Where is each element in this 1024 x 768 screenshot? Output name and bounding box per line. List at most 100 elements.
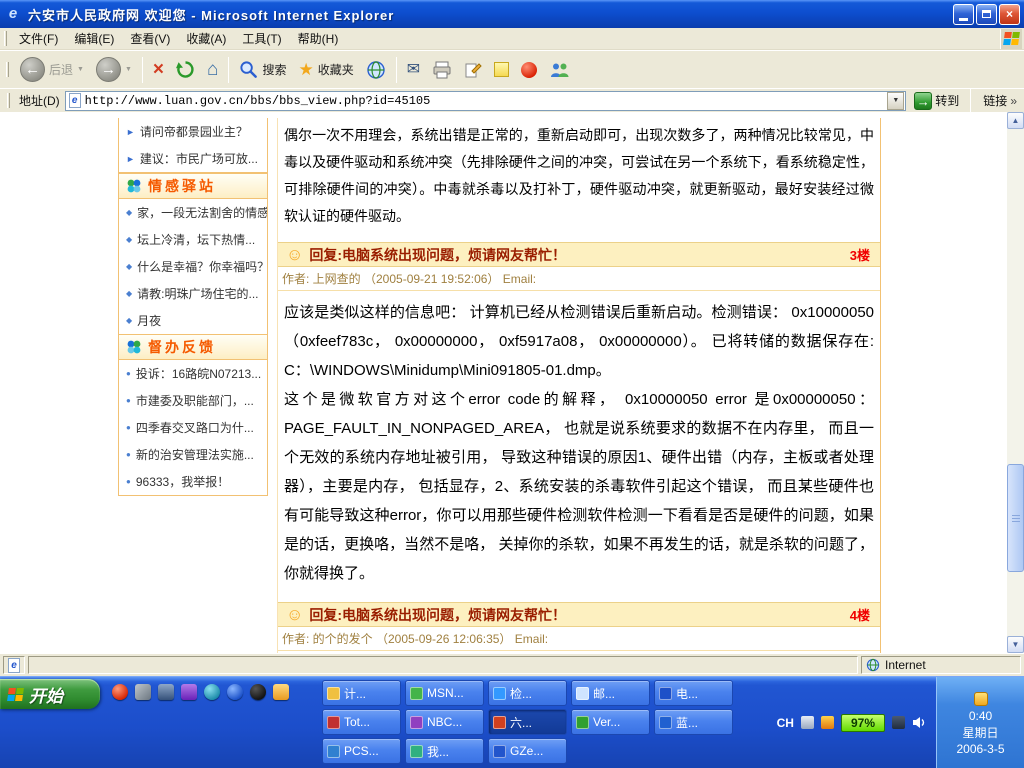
volume-icon[interactable] bbox=[912, 716, 927, 729]
sidebar-link[interactable]: ●市建委及职能部门，... bbox=[119, 387, 267, 414]
favorites-label: 收藏夹 bbox=[318, 61, 354, 78]
task-button[interactable]: 我... bbox=[405, 738, 484, 764]
reply-author-line: 作者: 上网查的 （2005-09-21 19:52:06） Email: bbox=[278, 267, 880, 291]
notes-icon bbox=[494, 62, 509, 77]
vertical-scrollbar[interactable]: ▲ ▼ bbox=[1007, 112, 1024, 653]
scroll-up-button[interactable]: ▲ bbox=[1007, 112, 1024, 129]
refresh-button[interactable] bbox=[171, 58, 200, 81]
plug-icon[interactable] bbox=[892, 716, 905, 729]
go-button[interactable]: → 转到 bbox=[911, 91, 962, 111]
scroll-down-icon: ▼ bbox=[1012, 640, 1020, 649]
sidebar-link[interactable]: ► 请问帝都景园业主？ bbox=[119, 118, 267, 145]
windows-logo-icon bbox=[1000, 29, 1022, 49]
sidebar-link[interactable]: ◆什么是幸福？你幸福吗？.. bbox=[119, 253, 267, 280]
menu-favorites[interactable]: 收藏(A) bbox=[178, 27, 234, 50]
task-button[interactable]: Tot... bbox=[322, 709, 401, 735]
edit-button[interactable] bbox=[459, 59, 487, 81]
stop-icon: × bbox=[153, 60, 164, 79]
internet-zone-icon bbox=[866, 658, 880, 672]
battery-indicator[interactable]: 97% bbox=[841, 714, 885, 732]
start-button[interactable]: 开始 bbox=[0, 679, 100, 709]
show-desktop-icon[interactable] bbox=[135, 684, 151, 700]
media-player-icon[interactable] bbox=[112, 684, 128, 700]
app-icon bbox=[659, 716, 672, 729]
task-button[interactable]: 邮... bbox=[571, 680, 650, 706]
bullet-icon: ► bbox=[126, 127, 135, 137]
notes-button[interactable] bbox=[489, 60, 514, 79]
qq-quicklaunch-icon[interactable] bbox=[250, 684, 266, 700]
sidebar-link[interactable]: ●四季春交叉路口为什... bbox=[119, 414, 267, 441]
zone-label: Internet bbox=[885, 658, 926, 672]
minimize-button[interactable] bbox=[953, 4, 974, 25]
menu-view[interactable]: 查看(V) bbox=[122, 27, 178, 50]
scrollbar-thumb[interactable] bbox=[1007, 464, 1024, 572]
task-button[interactable]: 检... bbox=[488, 680, 567, 706]
sidebar-link[interactable]: ◆家，一段无法割舍的情感 bbox=[119, 199, 267, 226]
tray-app-icon[interactable] bbox=[974, 692, 988, 706]
address-input[interactable]: e http://www.luan.gov.cn/bbs/bbs_view.ph… bbox=[65, 91, 907, 111]
sidebar-link[interactable]: ●新的治安管理法实施... bbox=[119, 441, 267, 468]
menu-help[interactable]: 帮助(H) bbox=[290, 27, 347, 50]
sidebar-link[interactable]: ●投诉：16路皖N07213... bbox=[119, 360, 267, 387]
clock-panel[interactable]: 0:40 星期日 2006-3-5 bbox=[936, 677, 1024, 768]
forum-reply: ☺ 回复:电脑系统出现问题，烦请网友帮忙！ 4楼 作者: 的个的发个 （2005… bbox=[278, 602, 880, 653]
scroll-down-button[interactable]: ▼ bbox=[1007, 636, 1024, 653]
sidebar-link[interactable]: ●96333，我举报！ bbox=[119, 468, 267, 495]
reply-title: 回复:电脑系统出现问题，烦请网友帮忙！ bbox=[309, 245, 566, 265]
menu-edit[interactable]: 编辑(E) bbox=[66, 27, 122, 50]
clock-weekday: 星期日 bbox=[962, 724, 998, 741]
sidebar-link[interactable]: ◆坛上冷清，坛下热情... bbox=[119, 226, 267, 253]
stop-button[interactable]: × bbox=[148, 58, 169, 81]
task-button[interactable]: MSN... bbox=[405, 680, 484, 706]
sidebar-link[interactable]: ◆请教:明珠广场住宅的... bbox=[119, 280, 267, 307]
menu-tools[interactable]: 工具(T) bbox=[234, 27, 289, 50]
back-button[interactable]: ← 后退 ▼ bbox=[15, 55, 89, 84]
ime-icon[interactable] bbox=[801, 716, 814, 729]
app-icon bbox=[327, 716, 340, 729]
language-indicator[interactable]: CH bbox=[777, 716, 794, 730]
task-button-active[interactable]: 六... bbox=[488, 709, 567, 735]
forum-thread: 偶尔一次不用理会，系统出错是正常的，重新启动即可，出现次数多了，两种情况比较常见… bbox=[277, 118, 881, 653]
close-button[interactable]: × bbox=[999, 4, 1020, 25]
messenger-icon bbox=[549, 61, 570, 79]
ie-quicklaunch-icon[interactable] bbox=[227, 684, 243, 700]
task-button[interactable]: Ver... bbox=[571, 709, 650, 735]
home-icon: ⌂ bbox=[207, 60, 218, 79]
forward-button[interactable]: → ▼ bbox=[91, 55, 137, 84]
task-button[interactable]: NBC... bbox=[405, 709, 484, 735]
sidebar-link[interactable]: ◆月夜 bbox=[119, 307, 267, 334]
address-dropdown-button[interactable]: ▼ bbox=[887, 92, 904, 110]
task-button[interactable]: PCS... bbox=[322, 738, 401, 764]
task-button[interactable]: 电... bbox=[654, 680, 733, 706]
grip-handle[interactable] bbox=[7, 93, 10, 108]
folder-app-icon[interactable] bbox=[273, 684, 289, 700]
task-button[interactable]: GZe... bbox=[488, 738, 567, 764]
favorites-button[interactable]: ★ 收藏夹 bbox=[294, 59, 359, 80]
grip-handle[interactable] bbox=[4, 31, 7, 46]
search-button[interactable]: 搜索 bbox=[234, 58, 291, 81]
qq-button[interactable] bbox=[516, 60, 542, 80]
home-button[interactable]: ⌂ bbox=[202, 58, 223, 81]
reply-body: 应该是类似这样的信息吧： 计算机已经从检测错误后重新启动。检测错误： 0x100… bbox=[278, 291, 880, 602]
menu-file[interactable]: 文件(F) bbox=[11, 27, 66, 50]
restore-button[interactable] bbox=[976, 4, 997, 25]
media-app-icon[interactable] bbox=[181, 684, 197, 700]
task-button[interactable]: 蓝... bbox=[654, 709, 733, 735]
clock-time: 0:40 bbox=[969, 709, 992, 723]
media-button[interactable] bbox=[361, 58, 391, 82]
search-icon bbox=[239, 60, 258, 79]
reply-paragraph: 这个是微软官方对这个error code的解释， 0x10000050 erro… bbox=[284, 385, 874, 588]
links-button[interactable]: 链接 » bbox=[979, 92, 1021, 109]
search-label: 搜索 bbox=[262, 61, 286, 78]
sidebar-link[interactable]: ► 建议：市民广场可放... bbox=[119, 145, 267, 173]
ie-icon: e bbox=[4, 5, 22, 23]
antivirus-icon[interactable] bbox=[821, 716, 834, 729]
player-app-icon[interactable] bbox=[204, 684, 220, 700]
task-button[interactable]: 计... bbox=[322, 680, 401, 706]
mail-button[interactable]: ✉ bbox=[402, 60, 425, 80]
grip-handle[interactable] bbox=[6, 62, 9, 77]
print-button[interactable] bbox=[427, 59, 457, 81]
bullet-icon: ● bbox=[126, 423, 131, 432]
save-app-icon[interactable] bbox=[158, 684, 174, 700]
messenger-button[interactable] bbox=[544, 59, 575, 81]
